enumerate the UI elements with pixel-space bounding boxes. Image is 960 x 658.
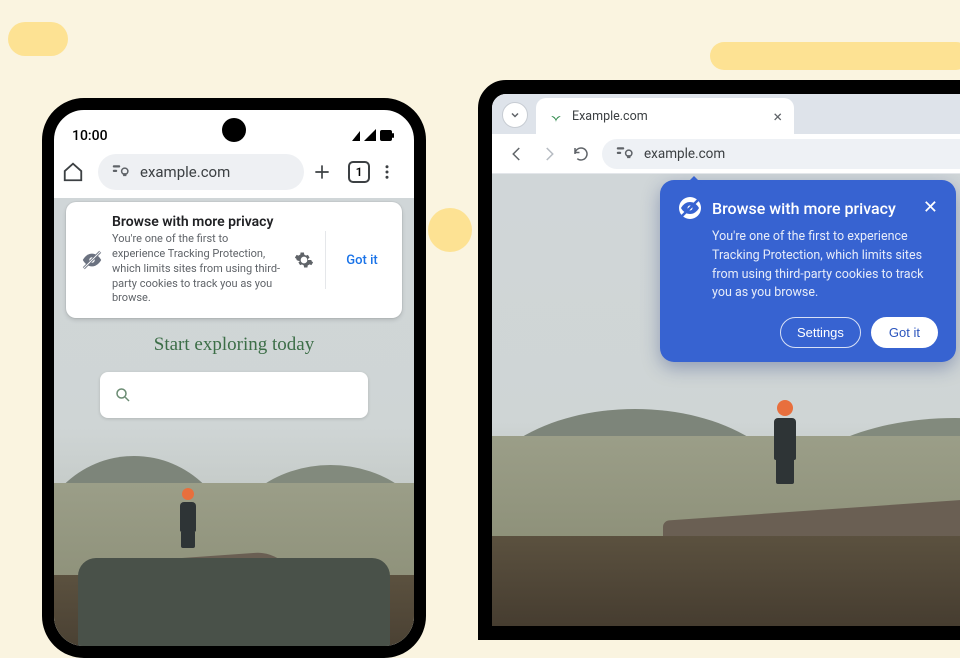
nav-forward-button[interactable]: [538, 143, 560, 165]
phone-power-button: [420, 298, 424, 382]
decor-pill-tl: [8, 22, 68, 56]
omnibox-text: example.com: [140, 163, 230, 181]
tracking-protection-icon: [112, 164, 130, 180]
tabs-switch-button[interactable]: 1: [348, 161, 370, 183]
phone-browser-toolbar: example.com 1: [54, 146, 414, 198]
phone-camera-notch: [222, 118, 246, 142]
callout-title: Browse with more privacy: [112, 214, 283, 230]
nav-reload-button[interactable]: [570, 143, 592, 165]
got-it-button[interactable]: Got it: [871, 317, 938, 348]
phone-omnibox[interactable]: example.com: [98, 154, 304, 190]
overflow-menu-button[interactable]: [378, 163, 406, 181]
laptop-browser-toolbar: example.com: [492, 134, 960, 174]
tracking-protection-callout: Browse with more privacy ✕ You're one of…: [660, 180, 956, 362]
eye-off-icon: [678, 196, 702, 220]
decor-dot-mid: [428, 208, 472, 252]
tracking-protection-callout: Browse with more privacy You're one of t…: [66, 202, 402, 318]
phone-page-content: Browse with more privacy You're one of t…: [54, 198, 414, 658]
callout-divider: [325, 231, 326, 289]
status-time: 10:00: [72, 128, 108, 144]
browser-tab[interactable]: Example.com ×: [536, 98, 794, 134]
tabs-count-value: 1: [356, 165, 363, 179]
callout-body: You're one of the first to experience Tr…: [678, 228, 938, 303]
page-hero-text: Start exploring today: [54, 334, 414, 356]
settings-gear-button[interactable]: [291, 250, 317, 270]
search-icon: [114, 386, 132, 404]
home-icon[interactable]: [62, 161, 90, 183]
settings-button[interactable]: Settings: [780, 317, 861, 348]
nav-back-button[interactable]: [506, 143, 528, 165]
site-plant-icon: [548, 108, 564, 124]
laptop-device-frame: Example.com × example.com: [478, 80, 960, 640]
tab-close-button[interactable]: ×: [773, 107, 782, 126]
new-tab-button[interactable]: [312, 162, 340, 182]
laptop-chrome-top: Example.com × example.com: [492, 94, 960, 174]
callout-close-button[interactable]: ✕: [923, 199, 938, 217]
omnibox-text: example.com: [644, 146, 725, 162]
status-indicators: [350, 128, 396, 144]
page-image-card: [78, 558, 390, 658]
page-search-card[interactable]: [100, 372, 368, 418]
phone-device-frame: 10:00 example.com 1: [42, 98, 426, 658]
decor-pill-tr: [710, 42, 960, 70]
callout-body: You're one of the first to experience Tr…: [112, 232, 283, 306]
search-tabs-button[interactable]: [502, 102, 528, 128]
tab-title-text: Example.com: [572, 109, 648, 124]
laptop-page-content: T Browse with more privacy ✕ You're one …: [492, 174, 960, 626]
eye-off-icon: [80, 249, 104, 271]
chevron-down-icon: [509, 109, 521, 121]
got-it-button[interactable]: Got it: [334, 253, 390, 268]
laptop-omnibox[interactable]: example.com: [602, 139, 960, 169]
callout-title: Browse with more privacy: [712, 199, 896, 218]
tracking-protection-icon: [616, 146, 634, 162]
